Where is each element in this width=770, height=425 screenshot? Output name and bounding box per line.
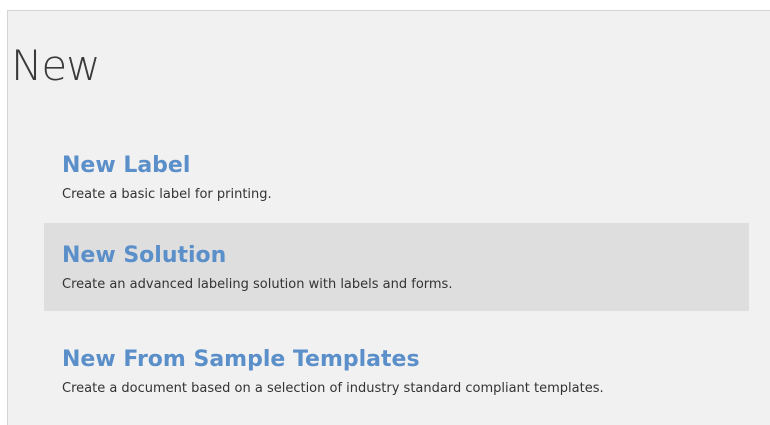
new-document-panel: New New Label Create a basic label for p… [7, 10, 770, 425]
new-from-sample-templates-option[interactable]: New From Sample Templates Create a docum… [44, 327, 749, 415]
new-label-description: Create a basic label for printing. [62, 187, 272, 202]
new-label-title: New Label [62, 153, 191, 178]
new-solution-description: Create an advanced labeling solution wit… [62, 277, 453, 292]
new-from-sample-templates-description: Create a document based on a selection o… [62, 381, 604, 396]
new-from-sample-templates-title: New From Sample Templates [62, 347, 420, 372]
page-title: New [11, 41, 101, 90]
new-label-option[interactable]: New Label Create a basic label for print… [44, 133, 749, 221]
new-solution-title: New Solution [62, 243, 227, 268]
new-solution-option[interactable]: New Solution Create an advanced labeling… [44, 223, 749, 311]
